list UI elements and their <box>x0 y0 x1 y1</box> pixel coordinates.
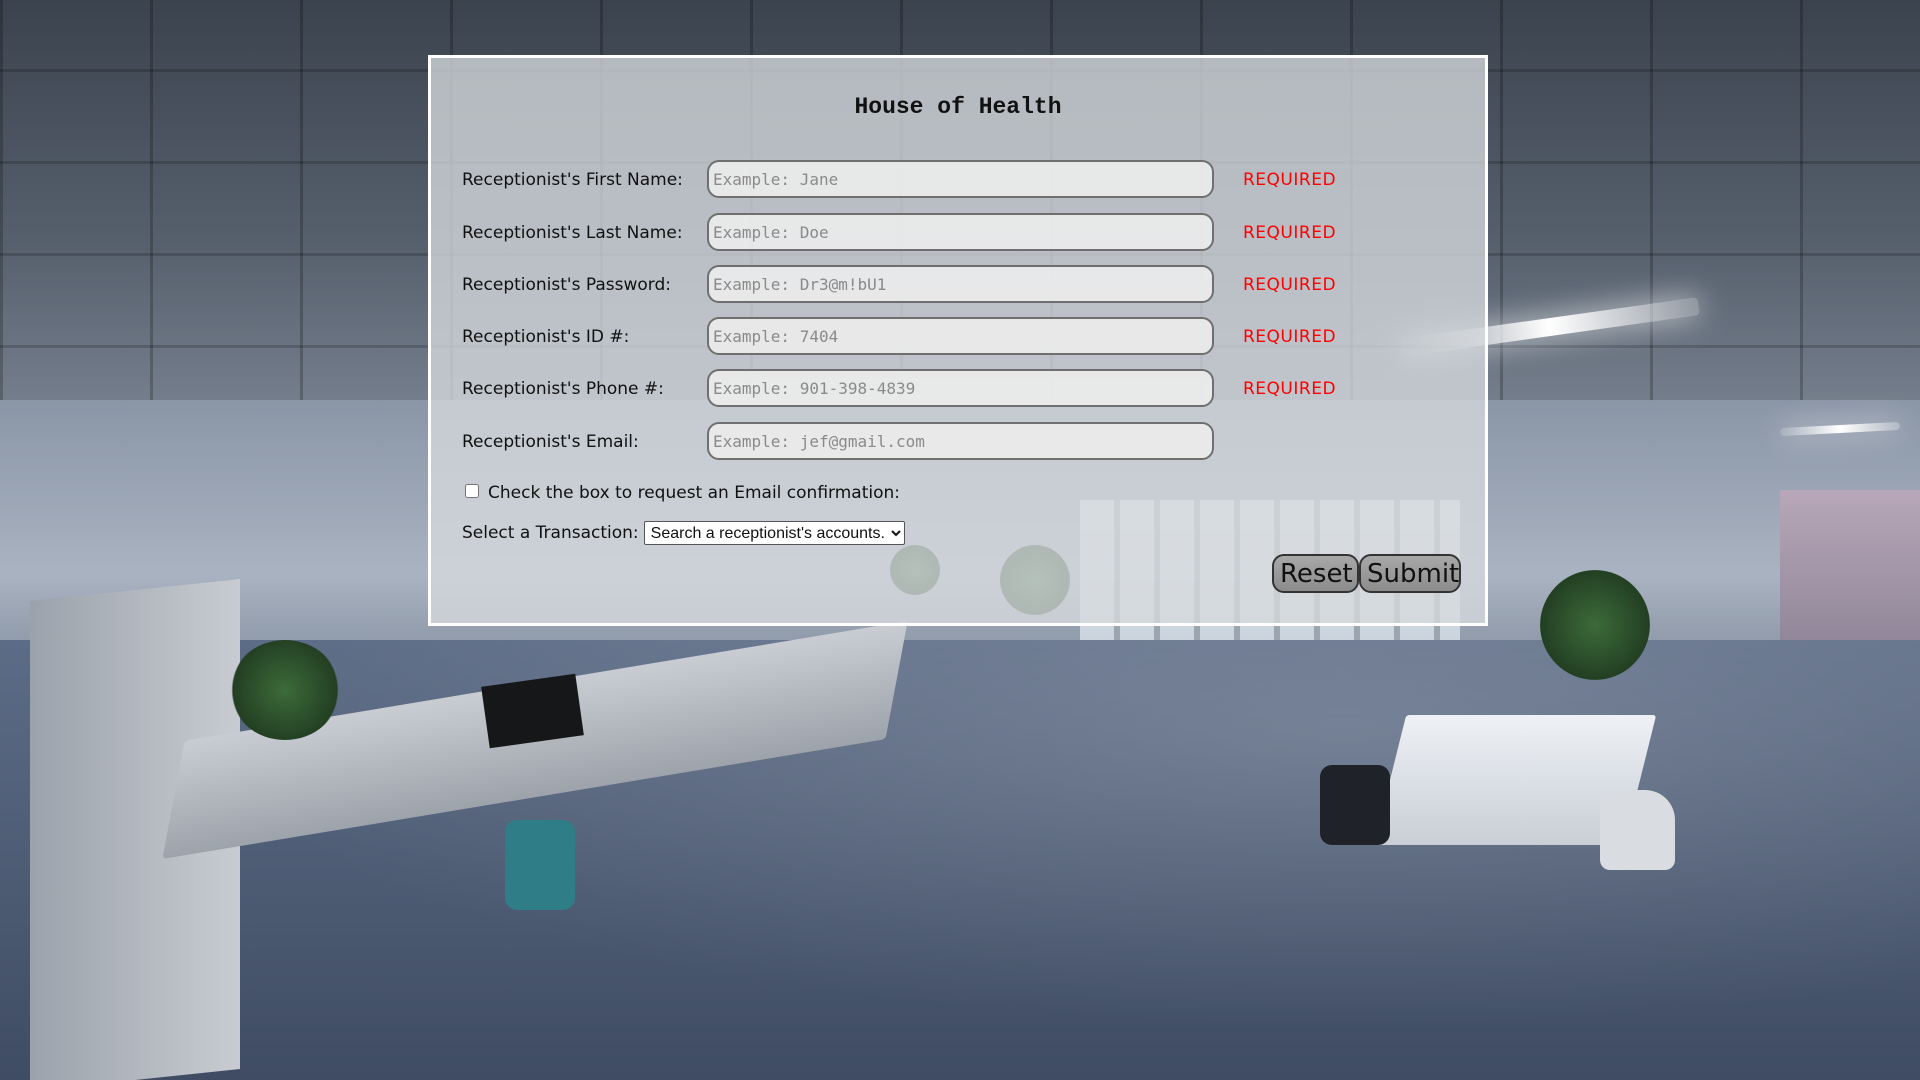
id-label: Receptionist's ID #: <box>462 327 630 347</box>
id-row: Receptionist's ID #: REQUIRED <box>431 317 1485 357</box>
last-name-required: REQUIRED <box>1243 223 1337 243</box>
transaction-label: Select a Transaction: <box>462 523 639 543</box>
last-name-label: Receptionist's Last Name: <box>462 223 683 243</box>
password-required: REQUIRED <box>1243 275 1337 295</box>
password-input[interactable] <box>707 265 1214 303</box>
reset-button[interactable]: Reset <box>1272 554 1359 593</box>
transaction-row: Select a Transaction: Search a reception… <box>462 521 905 545</box>
first-name-row: Receptionist's First Name: REQUIRED <box>431 160 1485 200</box>
id-input[interactable] <box>707 317 1214 355</box>
first-name-required: REQUIRED <box>1243 170 1337 190</box>
plant <box>230 640 340 740</box>
phone-label: Receptionist's Phone #: <box>462 379 664 399</box>
email-confirmation-label: Check the box to request an Email confir… <box>488 483 900 503</box>
monitor <box>481 673 584 749</box>
phone-row: Receptionist's Phone #: REQUIRED <box>431 369 1485 409</box>
email-confirmation-checkbox[interactable] <box>465 484 479 498</box>
email-row: Receptionist's Email: <box>431 422 1485 462</box>
first-name-input[interactable] <box>707 160 1214 198</box>
receptionist-form: House of Health Receptionist's First Nam… <box>428 55 1488 626</box>
office-window-right <box>1780 490 1920 650</box>
teal-chair <box>505 820 575 910</box>
white-chair <box>1600 790 1675 870</box>
submit-button[interactable]: Submit <box>1359 554 1461 593</box>
dark-chair <box>1320 765 1390 845</box>
email-confirmation-row: Check the box to request an Email confir… <box>462 481 900 505</box>
email-label: Receptionist's Email: <box>462 432 639 452</box>
page-title: House of Health <box>854 94 1062 120</box>
first-name-label: Receptionist's First Name: <box>462 170 683 190</box>
last-name-input[interactable] <box>707 213 1214 251</box>
phone-required: REQUIRED <box>1243 379 1337 399</box>
phone-input[interactable] <box>707 369 1214 407</box>
last-name-row: Receptionist's Last Name: REQUIRED <box>431 213 1485 253</box>
password-label: Receptionist's Password: <box>462 275 671 295</box>
password-row: Receptionist's Password: REQUIRED <box>431 265 1485 305</box>
plant <box>1540 570 1650 680</box>
id-required: REQUIRED <box>1243 327 1337 347</box>
email-input[interactable] <box>707 422 1214 460</box>
transaction-select[interactable]: Search a receptionist's accounts. <box>643 521 905 545</box>
